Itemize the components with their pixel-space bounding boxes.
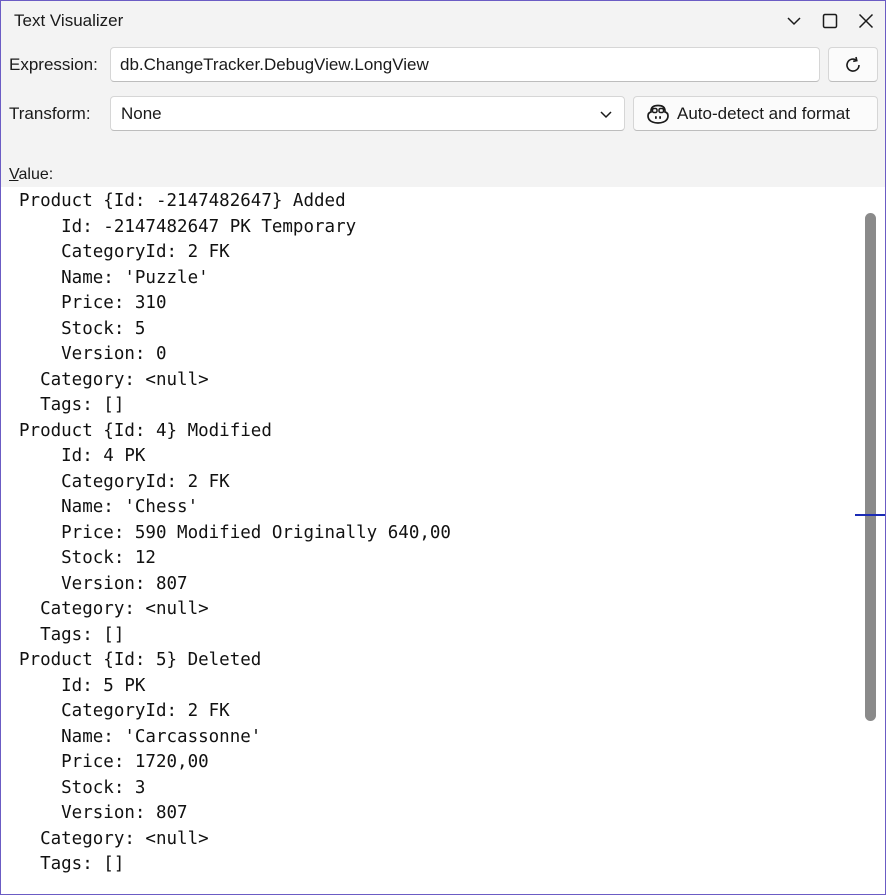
transform-select[interactable]: None — [110, 96, 625, 131]
auto-detect-format-button[interactable]: Auto-detect and format — [633, 96, 878, 131]
refresh-button[interactable] — [828, 47, 878, 82]
chevron-down-icon — [787, 17, 801, 26]
transform-selected-value: None — [121, 104, 162, 123]
expression-label: Expression: — [9, 55, 98, 74]
close-icon — [858, 13, 874, 29]
text-visualizer-window: Text Visualizer Expression: Transform: N… — [0, 0, 886, 895]
collapse-button[interactable] — [777, 7, 811, 35]
value-label: Value: — [9, 166, 53, 184]
copilot-icon — [646, 102, 670, 126]
value-text[interactable]: Product {Id: -2147482647} Added Id: -214… — [19, 189, 451, 878]
auto-detect-format-label: Auto-detect and format — [677, 103, 850, 123]
window-title: Text Visualizer — [14, 11, 124, 30]
close-button[interactable] — [849, 7, 883, 35]
scrollbar-thumb[interactable] — [865, 213, 876, 721]
maximize-icon — [822, 13, 838, 29]
value-text-area[interactable]: Product {Id: -2147482647} Added Id: -214… — [1, 187, 885, 894]
transform-label: Transform: — [9, 104, 91, 123]
expression-input[interactable] — [110, 47, 820, 82]
value-label-rest: alue: — [18, 166, 54, 183]
chevron-down-icon — [600, 111, 612, 119]
maximize-button[interactable] — [813, 7, 847, 35]
scrollbar-position-marker — [855, 514, 885, 516]
title-bar[interactable]: Text Visualizer — [1, 1, 885, 41]
refresh-icon — [846, 56, 860, 72]
